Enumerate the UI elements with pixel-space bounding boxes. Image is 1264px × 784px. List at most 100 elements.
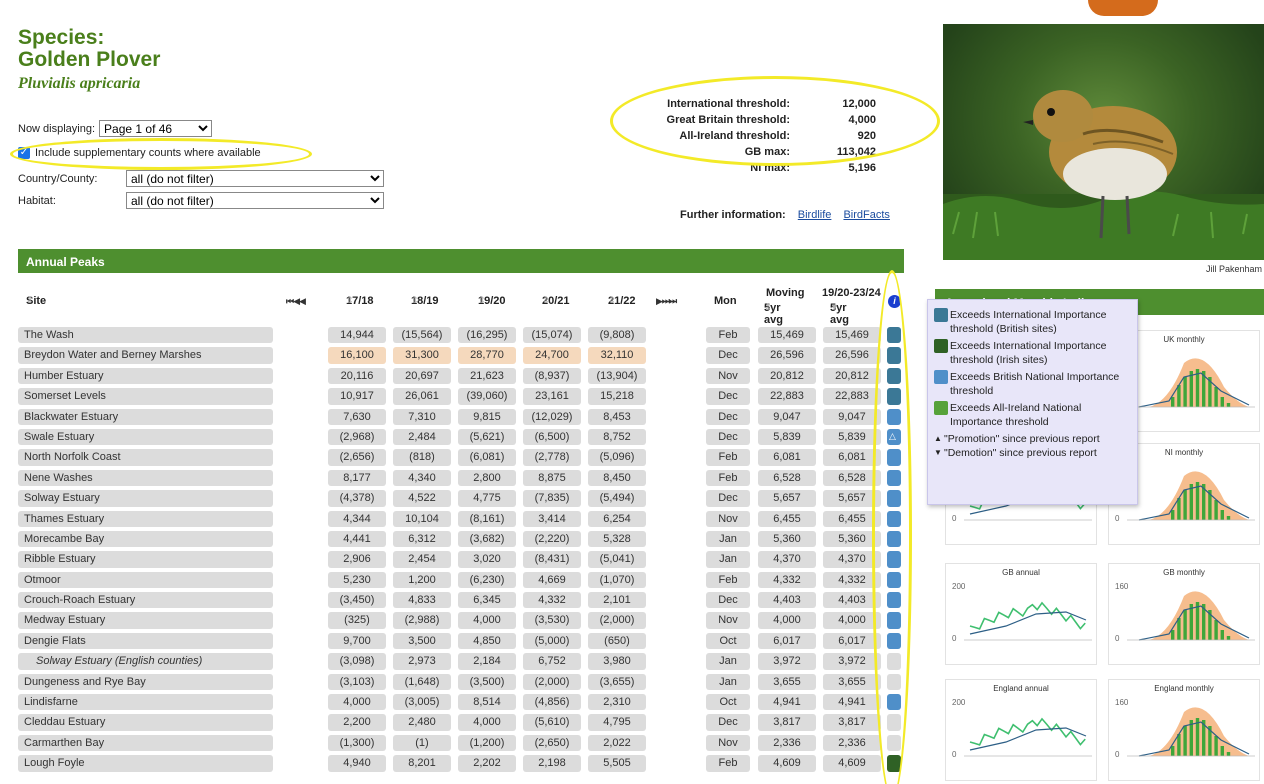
mini-chart-y0: 0 [1115,634,1120,643]
peak-value: (1,070) [588,571,646,589]
table-row[interactable]: Medway Estuary (325) (2,988) 4,000 (3,530) (2… [18,610,904,630]
table-row[interactable]: Nene Washes 8,177 4,340 2,800 8,875 8,450 Feb 6… [18,468,904,488]
peak-value: 4,669 [523,571,581,589]
table-row[interactable]: Crouch-Roach Estuary (3,450) 4,833 6,345 4,3… [18,590,904,610]
site-name[interactable]: Medway Estuary [18,612,273,629]
peak-value: (3,103) [328,673,386,691]
site-name[interactable]: North Norfolk Coast [18,449,273,466]
site-name[interactable]: Morecambe Bay [18,530,273,548]
site-name[interactable]: Humber Estuary [18,367,273,385]
table-row[interactable]: Lindisfarne 4,000 (3,005) 8,514 (4,856) 2,310… [18,692,904,712]
site-name[interactable]: Nene Washes [18,469,273,487]
five-year-avg: 4,941 [823,694,881,711]
site-name[interactable]: Lindisfarne [18,694,273,711]
mini-chart-eng-monthly[interactable]: England monthly 160 0 [1108,679,1260,781]
table-row[interactable]: Carmarthen Bay (1,300) (1) (1,200) (2,650) 2,… [18,733,904,753]
table-row[interactable]: Swale Estuary (2,968) 2,484 (5,621) (6,500) 8… [18,427,904,447]
site-name[interactable]: Solway Estuary [18,490,273,507]
birdlife-link[interactable]: Birdlife [798,209,832,221]
legend-text: Exceeds All-Ireland National Importance … [950,402,1082,428]
five-year-avg: 4,332 [823,571,881,589]
table-row[interactable]: Morecambe Bay 4,441 6,312 (3,682) (2,220) 5,3… [18,529,904,549]
table-row[interactable]: Otmoor 5,230 1,200 (6,230) 4,669 (1,070) Feb 4,… [18,570,904,590]
country-select[interactable]: all (do not filter) [126,170,384,187]
status-badge [887,734,901,752]
site-name[interactable]: Solway Estuary (English counties) [18,653,273,670]
table-row[interactable]: Somerset Levels 10,917 26,061 (39,060) 23,16… [18,386,904,406]
site-name[interactable]: Carmarthen Bay [18,734,273,752]
mini-chart-ymax: 200 [952,698,966,707]
peak-month: Dec [706,592,750,609]
peak-value: 4,000 [458,714,516,731]
moving-avg: 4,000 [758,612,816,629]
site-name[interactable]: Dengie Flats [18,632,273,650]
table-row[interactable]: Solway Estuary (English counties) (3,098)… [18,651,904,671]
peak-value: (2,778) [523,449,581,466]
supplementary-label: Include supplementary counts where avail… [35,147,261,159]
site-name[interactable]: Thames Estuary [18,510,273,527]
peak-month: Feb [706,571,750,589]
supplementary-checkbox[interactable]: ✓ [18,147,30,159]
table-row[interactable]: Dungeness and Rye Bay (3,103) (1,648) (3,50… [18,672,904,692]
table-row[interactable]: Thames Estuary 4,344 10,104 (8,161) 3,414 6,2… [18,509,904,529]
birdfacts-link[interactable]: BirdFacts [843,209,889,221]
threshold-row: All-Ireland threshold: 920 [620,128,876,144]
site-name[interactable]: Breydon Water and Berney Marshes [18,347,273,364]
threshold-label: GB max: [744,146,790,158]
legend-swatch [934,308,948,322]
page-select[interactable]: Page 1 of 46 [99,120,213,137]
table-row[interactable]: Breydon Water and Berney Marshes 16,100 31… [18,345,904,365]
table-header: Site ⇕ ⏮◀◀ 17/18 ⇕ 18/19 ⇕ 19/20 ⇕ 20/21 ⇕ 2… [18,281,904,326]
threshold-row: International threshold: 12,000 [620,96,876,112]
moving-avg: 4,941 [758,694,816,711]
nav-next-icon[interactable]: ▶⏭⏭ [656,296,677,307]
site-name[interactable]: The Wash [18,327,273,344]
table-row[interactable]: Blackwater Estuary 7,630 7,310 9,815 (12,029… [18,407,904,427]
table-row[interactable]: Cleddau Estuary 2,200 2,480 4,000 (5,610) 4,7… [18,712,904,732]
table-row[interactable]: Ribble Estuary 2,906 2,454 3,020 (8,431) (5,0… [18,549,904,569]
five-year-avg: 4,609 [823,755,881,772]
table-row[interactable]: Dengie Flats 9,700 3,500 4,850 (5,000) (650) O… [18,631,904,651]
peak-value: 3,980 [588,653,646,670]
peak-value: 4,344 [328,510,386,527]
status-badge [887,449,901,466]
peak-month: Jan [706,530,750,548]
peak-value: 2,484 [393,428,451,446]
site-name[interactable]: Otmoor [18,571,273,589]
now-displaying-row: Now displaying: Page 1 of 46 [18,120,213,137]
peak-month: Oct [706,632,750,650]
mini-chart-gb-monthly[interactable]: GB monthly 160 0 [1108,563,1260,665]
table-row[interactable]: North Norfolk Coast (2,656) (818) (6,081) (2… [18,447,904,467]
peak-value: (5,041) [588,551,646,568]
peak-value: 2,454 [393,551,451,568]
table-row[interactable]: Solway Estuary (4,378) 4,522 4,775 (7,835) (5… [18,488,904,508]
peak-value: 2,101 [588,592,646,609]
table-row[interactable]: Humber Estuary 20,116 20,697 21,623 (8,937) (… [18,366,904,386]
site-name[interactable]: Swale Estuary [18,428,273,446]
table-row[interactable]: Lough Foyle 4,940 8,201 2,202 2,198 5,505 Feb 4… [18,753,904,773]
status-badge [887,367,901,385]
mini-chart-gb-annual[interactable]: GB annual 200 0 [945,563,1097,665]
site-name[interactable]: Ribble Estuary [18,551,273,568]
mini-chart-eng-annual[interactable]: England annual 200 0 [945,679,1097,781]
peak-value: 4,940 [328,755,386,772]
peak-value: 8,514 [458,694,516,711]
legend-text: "Demotion" since previous report [944,447,1097,459]
site-name[interactable]: Somerset Levels [18,388,273,405]
site-name[interactable]: Crouch-Roach Estuary [18,592,273,609]
info-icon[interactable]: i [888,295,901,308]
site-name[interactable]: Dungeness and Rye Bay [18,673,273,691]
peak-value: (3,450) [328,592,386,609]
peak-value: (5,000) [523,632,581,650]
site-name[interactable]: Lough Foyle [18,755,273,772]
table-row[interactable]: The Wash 14,944 (15,564) (16,295) (15,074) (9… [18,325,904,345]
nav-prev-icon[interactable]: ⏮◀◀ [286,296,306,307]
annual-peaks-header: Annual Peaks [18,249,904,273]
habitat-select[interactable]: all (do not filter) [126,192,384,209]
legend-swatch [934,401,948,415]
peak-value: (6,081) [458,449,516,466]
peak-value: 10,104 [393,510,451,527]
site-name[interactable]: Cleddau Estuary [18,714,273,731]
threshold-row: GB max: 113,042 [620,144,876,160]
site-name[interactable]: Blackwater Estuary [18,408,273,425]
